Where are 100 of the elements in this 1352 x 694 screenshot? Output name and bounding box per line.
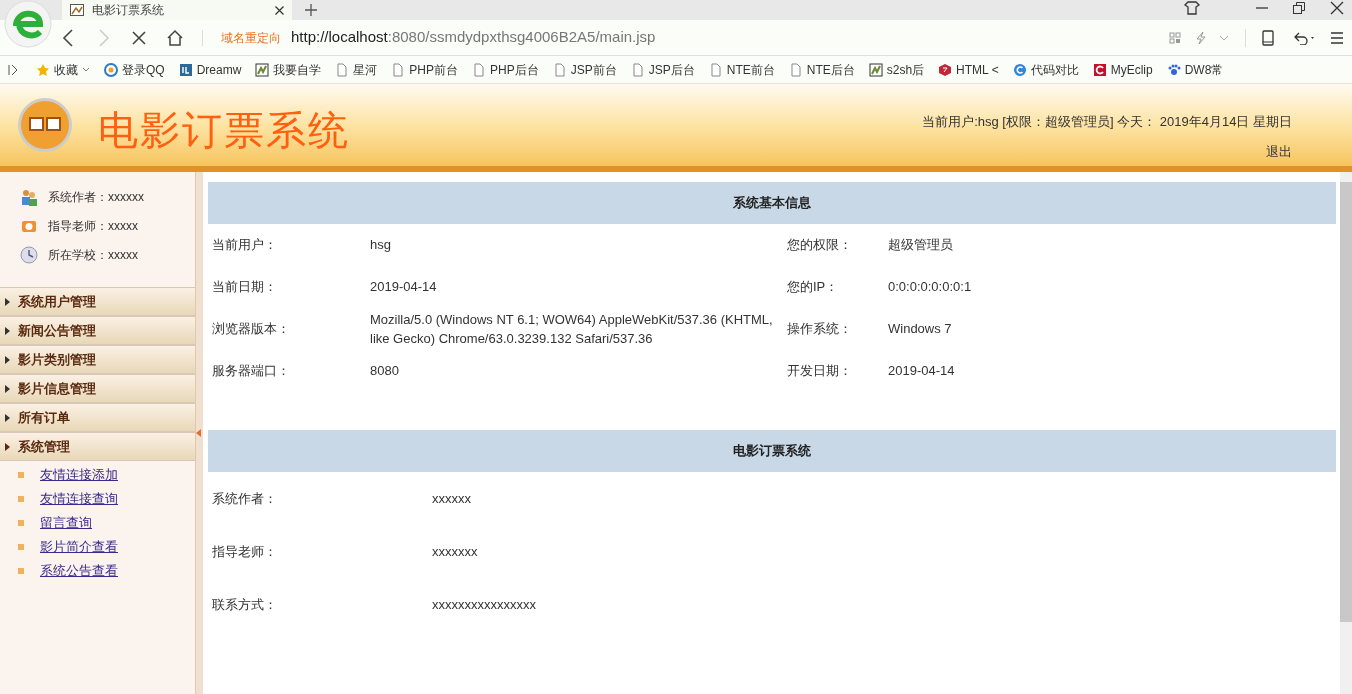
page-favicon-icon (70, 4, 84, 16)
scrollbar-thumb[interactable] (1340, 182, 1352, 622)
bookmark-item[interactable]: PHP后台 (472, 60, 539, 79)
table-cell-text: 浏览器版本： (211, 320, 291, 339)
section-header: 系统基本信息 (208, 182, 1336, 224)
bookmark-item[interactable]: JSP后台 (630, 60, 695, 79)
author-info: 指导老师：xxxxx (48, 217, 138, 235)
table-cell-text: 服务器端口： (211, 362, 291, 381)
bookmark-item[interactable]: 星河 (335, 60, 378, 79)
minimize-icon (1256, 7, 1268, 9)
bookmark-item[interactable]: NTE后台 (788, 60, 855, 79)
page-icon (708, 62, 723, 77)
author-info: 系统作者：xxxxxx (48, 188, 144, 206)
bookmark-item[interactable]: Dreamw (178, 60, 242, 79)
caret-icon (5, 326, 10, 335)
sidebar-toggle-icon (8, 63, 18, 76)
scrollbar[interactable] (1340, 172, 1352, 694)
menu-icon (1330, 30, 1344, 45)
table-cell-text: 当前日期： (211, 278, 278, 297)
bookmark-item[interactable]: NTE前台 (708, 60, 775, 79)
table-cell-text: 2019-04-14 (369, 278, 438, 297)
bullet-icon (18, 472, 24, 478)
table-cell-text: 0:0:0:0:0:0:0:1 (887, 278, 973, 297)
menu-item[interactable]: 所有订单 (0, 403, 195, 432)
table-cell-text: 当前用户： (211, 236, 278, 255)
table-cell-text: 开发日期： (786, 362, 853, 381)
menu-item[interactable]: 影片类别管理 (0, 345, 195, 374)
table-cell-text: Windows 7 (887, 320, 953, 339)
bullet-icon (18, 568, 24, 574)
menu-item[interactable]: 系统管理 (0, 432, 195, 461)
bullet-icon (18, 496, 24, 502)
table-cell-text: 您的权限： (786, 236, 853, 255)
shield-icon (938, 62, 953, 77)
browser-tab[interactable]: 电影订票系统 (62, 0, 292, 20)
table-cell-text: 指导老师： (211, 542, 278, 561)
menu-item[interactable]: 新闻公告管理 (0, 316, 195, 345)
menu-item[interactable]: 影片信息管理 (0, 374, 195, 403)
page-icon (552, 62, 567, 77)
caret-icon (5, 355, 10, 364)
page-icon (788, 62, 803, 77)
collapse-arrow-icon (196, 429, 201, 437)
bookmark-item[interactable]: PHP前台 (391, 60, 459, 79)
forward-icon (98, 28, 110, 47)
page-icon (391, 62, 406, 77)
submenu-link[interactable]: 影片简介查看 (40, 537, 118, 557)
clock-icon (20, 245, 38, 264)
bookmark-item[interactable]: JSP前台 (552, 60, 617, 79)
table-cell-text: xxxxxxxxxxxxxxxx (431, 595, 537, 614)
undo-icon (1294, 30, 1316, 45)
url-field[interactable]: http://localhost:8080/ssmdydpxthsg4006B2A5/main.jsp (291, 26, 656, 49)
square-logo-icon (1092, 62, 1107, 77)
submenu-link[interactable]: 友情连接查询 (40, 489, 118, 509)
star-icon (36, 62, 50, 77)
bookmark-item[interactable]: MyEclip (1092, 60, 1153, 79)
image-icon (255, 62, 270, 77)
phone-icon (1262, 29, 1274, 46)
table-cell-text: xxxxxx (431, 489, 472, 508)
bookmark-item[interactable]: 登录QQ (104, 60, 165, 79)
table-cell-text: 系统作者： (211, 489, 278, 508)
bullet-icon (18, 520, 24, 526)
qr-code-icon (1169, 31, 1181, 44)
chevron-down-icon (1219, 34, 1229, 41)
bookmark-item[interactable]: HTML < (938, 60, 999, 79)
menu-item[interactable]: 系统用户管理 (0, 287, 195, 316)
table-cell-text: 您的IP： (786, 278, 840, 297)
submenu-link[interactable]: 留言查询 (40, 513, 92, 533)
logout-link[interactable]: 退出 (1266, 141, 1292, 161)
lightning-icon (1195, 30, 1207, 45)
table-cell-text: 8080 (369, 362, 400, 381)
bookmark-item[interactable]: 我要自学 (255, 60, 322, 79)
restore-icon (1292, 1, 1306, 15)
bookmark-item[interactable]: DW8常 (1166, 60, 1224, 79)
table-cell-text: 联系方式： (211, 595, 278, 614)
redirect-label: 域名重定向 (221, 29, 281, 47)
people-icon (20, 187, 38, 206)
stop-icon (132, 30, 146, 45)
bookmark-item[interactable]: 代码对比 (1012, 60, 1079, 79)
bookmark-item[interactable]: s2sh后 (868, 60, 925, 79)
table-cell-text: xxxxxxx (431, 542, 479, 561)
site-title: 电影订票系统 (98, 106, 350, 154)
splitter-bar[interactable] (195, 172, 203, 694)
new-tab-icon (304, 3, 318, 17)
caret-icon (5, 297, 10, 306)
close-icon (1330, 1, 1344, 15)
shirt-icon (1184, 1, 1200, 15)
bookmark-item[interactable]: 收藏 (36, 60, 90, 79)
submenu-link[interactable]: 系统公告查看 (40, 561, 118, 581)
submenu-link[interactable]: 友情连接添加 (40, 465, 118, 485)
page-icon (335, 62, 350, 77)
user-info: 当前用户:hsg [权限：超级管理员] 今天： 2019年4月14日 星期日 (922, 113, 1292, 131)
table-cell-text: 超级管理员 (887, 236, 954, 255)
chevron-down-icon (82, 67, 90, 72)
circle-logo-icon (1012, 62, 1027, 77)
logo-icon (16, 96, 74, 154)
image-icon (868, 62, 883, 77)
close-tab-icon (275, 5, 284, 15)
page-icon (630, 62, 645, 77)
back-icon (62, 28, 74, 47)
square-logo-icon (178, 62, 193, 77)
section-header: 电影订票系统 (208, 430, 1336, 472)
